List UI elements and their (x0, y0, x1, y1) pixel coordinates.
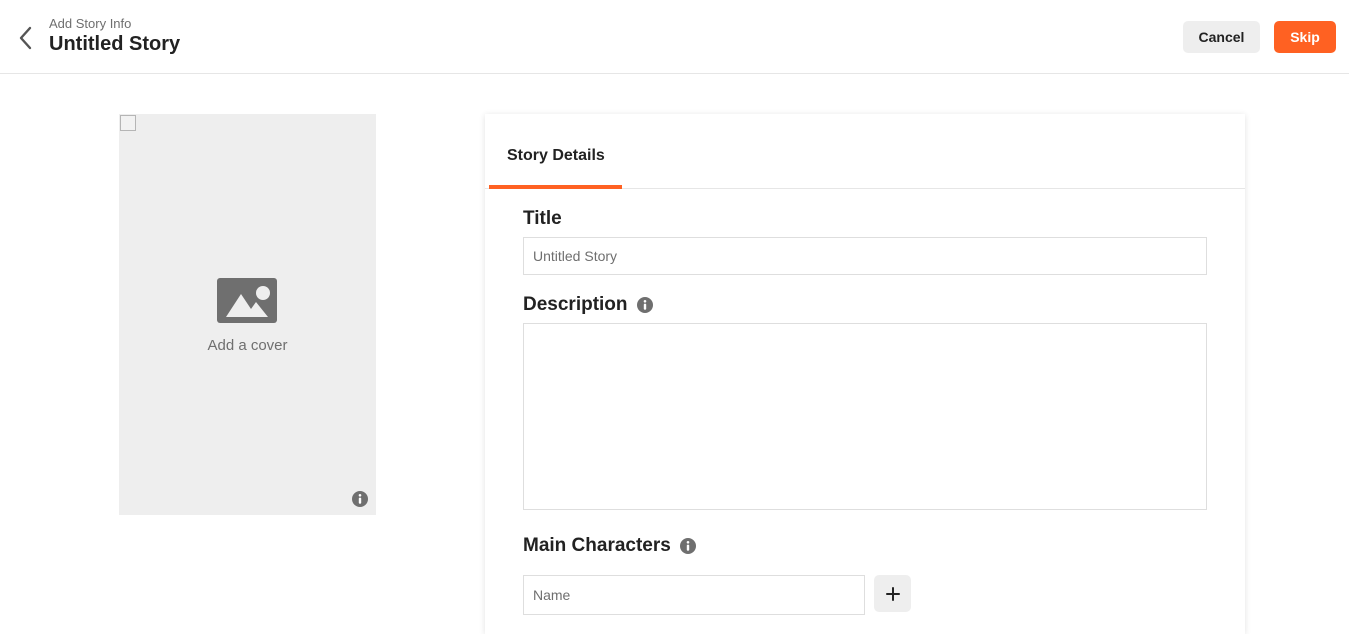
image-icon (217, 278, 277, 323)
info-icon[interactable] (636, 297, 653, 313)
add-character-button[interactable] (874, 575, 911, 612)
page-title: Untitled Story (49, 33, 181, 55)
story-details-card: Story Details Title Description Main Cha… (485, 114, 1245, 634)
tab-story-details[interactable]: Story Details (489, 114, 622, 189)
cancel-button[interactable]: Cancel (1183, 21, 1260, 53)
character-name-input[interactable] (523, 575, 865, 615)
info-icon[interactable] (679, 538, 696, 554)
tab-label: Story Details (507, 147, 605, 164)
plus-icon (885, 586, 900, 601)
cover-upload[interactable]: Add a cover (119, 114, 376, 515)
description-textarea[interactable] (523, 323, 1207, 510)
skip-button[interactable]: Skip (1274, 21, 1336, 53)
info-icon[interactable] (352, 491, 368, 507)
title-label: Title (523, 208, 562, 229)
title-input[interactable] (523, 237, 1207, 275)
back-button[interactable] (12, 24, 38, 52)
description-label: Description (523, 294, 653, 316)
cover-checkbox[interactable] (120, 115, 136, 131)
top-bar: Add Story Info Untitled Story Cancel Ski… (0, 0, 1349, 74)
breadcrumb: Add Story Info (49, 16, 132, 31)
add-cover-label: Add a cover (207, 337, 288, 354)
tab-bar: Story Details (485, 114, 1245, 189)
active-tab-indicator (489, 185, 622, 189)
main-characters-label: Main Characters (523, 535, 696, 557)
chevron-left-icon (19, 26, 32, 50)
